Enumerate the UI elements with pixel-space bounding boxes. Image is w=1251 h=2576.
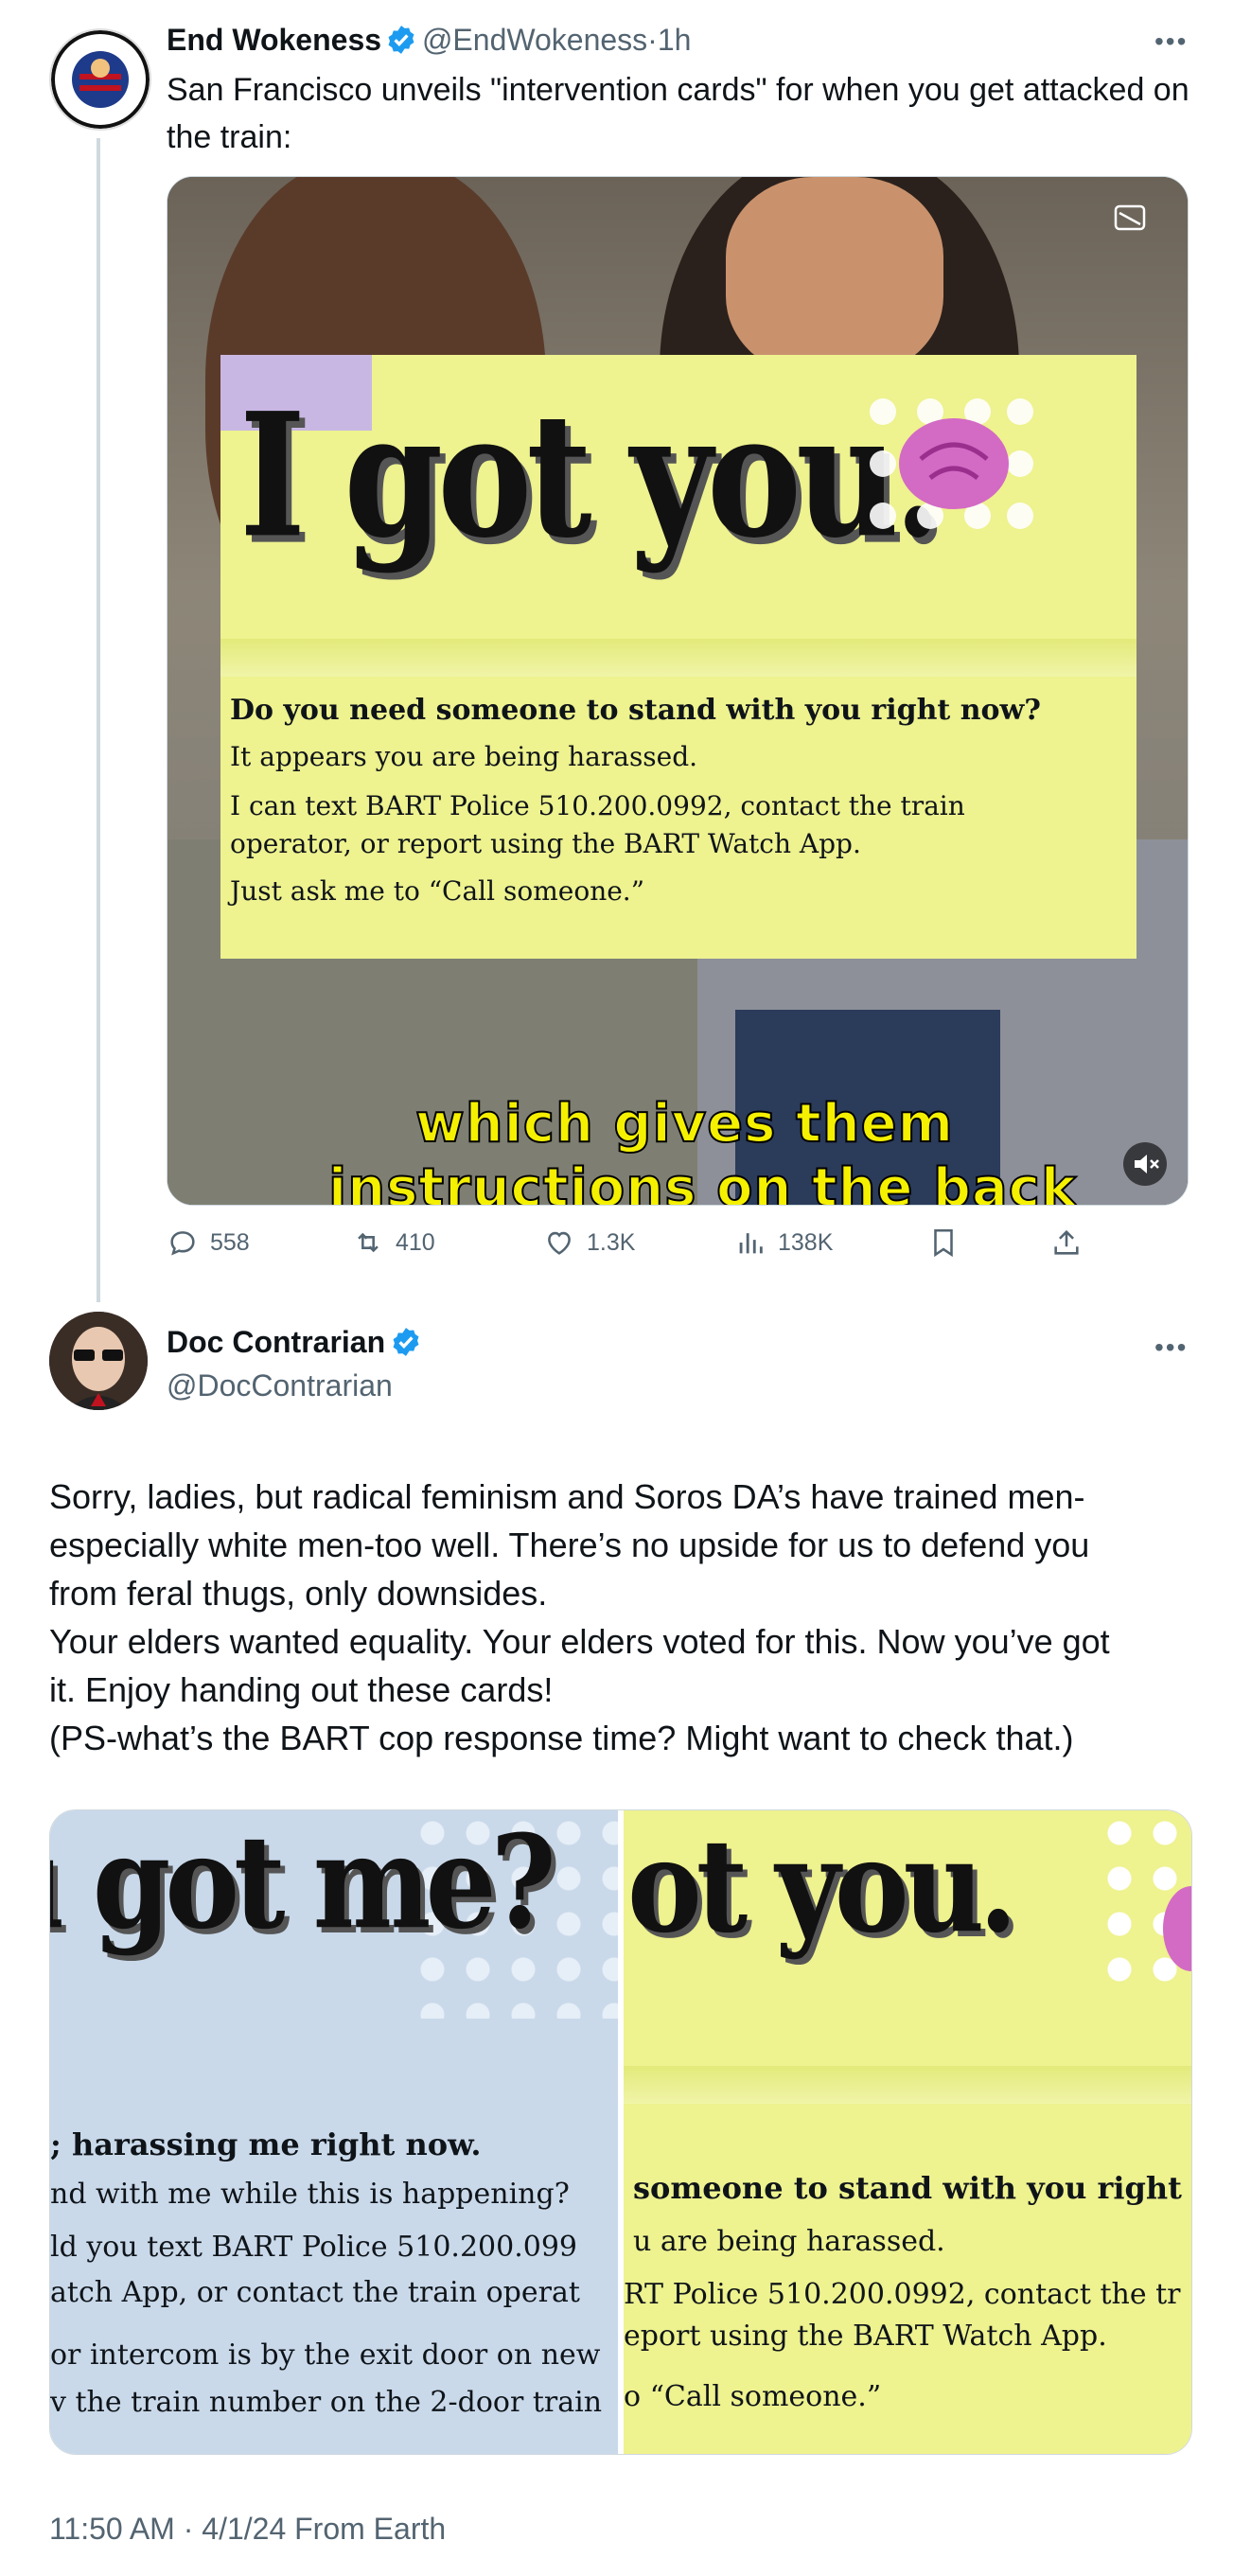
card-headline: Do you need someone to stand with you ri… [230,694,1041,727]
reply-icon [170,1231,195,1256]
video-caption-line-2: instructions on the back [327,1156,1078,1206]
like-button[interactable]: 1.3K [543,1226,635,1259]
bookmark-button[interactable] [927,1226,960,1259]
tweet1-header: End Wokeness @EndWokeness·1h [167,23,691,58]
mute-button[interactable] [1123,1142,1167,1186]
left-card-line-3: ld you text BART Police 510.200.099 [50,2231,578,2264]
card-line-1: It appears you are being harassed. [230,741,698,772]
tweet2-line-2: especially white men-too well. There’s n… [49,1526,1090,1564]
views-count: 138K [778,1228,834,1256]
tweet1-time[interactable]: 1h [658,23,692,57]
left-card-line-5: or intercom is by the exit door on new [50,2338,601,2372]
left-card-line-2: nd with me while this is happening? [50,2178,570,2211]
right-card-wave [624,2066,1191,2104]
tweet2-image[interactable]: u got me? ; harassing me right now. nd w… [49,1809,1192,2455]
card-wavy-divider [220,639,1136,677]
more-options-icon[interactable]: ••• [1154,1332,1188,1363]
card-title: I got you. [239,376,943,576]
right-card-line-1: someone to stand with you right r [633,2170,1191,2206]
right-card-line-5: o “Call someone.” [624,2380,882,2413]
tweet2-line-4: Your elders wanted equality. Your elders… [49,1622,1110,1661]
share-icon [1054,1229,1079,1255]
tweet2-line-5: it. Enjoy handing out these cards! [49,1670,554,1709]
tweet1-handle[interactable]: @EndWokeness [422,23,647,57]
tweet2-line-3: from feral thugs, only downsides. [49,1574,548,1613]
tweet2-author-name[interactable]: Doc Contrarian [167,1325,385,1359]
right-card-line-3: RT Police 510.200.0992, contact the tr [624,2278,1181,2311]
share-button[interactable] [1050,1226,1083,1259]
right-card-title: ot you. [627,1810,1017,1962]
repost-button[interactable]: 410 [352,1226,435,1259]
like-count: 1.3K [587,1228,636,1256]
intervention-card: I got you. Do you need someone to stand … [220,355,1136,959]
more-options-icon[interactable]: ••• [1154,26,1188,57]
tweet1-author-name[interactable]: End Wokeness [167,23,381,57]
right-card-image: ot you. someone to stand with you right … [624,1810,1191,2454]
tweet1-separator: · [647,23,658,57]
tweet2-line-6: (PS-what’s the BART cop response time? M… [49,1719,1074,1757]
tweet2-text: Sorry, ladies, but radical feminism and … [49,1473,1223,1762]
card-line-3: operator, or report using the BART Watch… [230,828,861,859]
face-right [726,177,943,376]
video-caption-line-1: which gives them [414,1092,954,1156]
card-line-4: Just ask me to “Call someone.” [230,875,645,907]
tweet1-video[interactable]: I got you. Do you need someone to stand … [167,176,1189,1206]
reply-count: 558 [210,1228,250,1256]
left-card-line-6: v the train number on the 2-door train [50,2386,603,2419]
repost-icon [358,1232,379,1253]
verified-badge-icon [389,26,414,54]
heart-icon [548,1231,571,1255]
doc-contrarian-avatar[interactable] [49,1312,148,1410]
left-card-line-1: ; harassing me right now. [50,2126,482,2162]
verified-badge-icon [393,1328,419,1356]
bookmark-icon [934,1228,953,1258]
tweet2-line-1: Sorry, ladies, but radical feminism and … [49,1477,1085,1516]
left-card-title: u got me? [50,1810,556,1958]
thread-connector-line [97,138,100,1302]
left-card-line-4: atch App, or contact the train operat [50,2276,580,2309]
muted-speaker-icon [1135,1155,1159,1173]
tweet2-author: Doc Contrarian [167,1325,422,1360]
card-line-2: I can text BART Police 510.200.0992, con… [230,790,965,821]
tweet2-handle[interactable]: @DocContrarian [167,1368,393,1403]
tweet2-timestamp[interactable]: 11:50 AM · 4/1/24 From Earth [49,2512,446,2547]
tweet1-text: San Francisco unveils "intervention card… [167,72,1189,155]
reply-button[interactable]: 558 [167,1226,250,1259]
right-card-line-4: eport using the BART Watch App. [624,2320,1107,2353]
rose-icon [870,398,1033,529]
right-card-line-2: u are being harassed. [633,2225,945,2258]
left-card-image: u got me? ; harassing me right now. nd w… [50,1810,618,2454]
repost-count: 410 [396,1228,435,1256]
views-chart-icon [739,1233,763,1254]
captions-icon[interactable] [1114,203,1146,232]
views-button[interactable]: 138K [734,1226,833,1259]
end-wokeness-avatar[interactable] [49,28,151,131]
